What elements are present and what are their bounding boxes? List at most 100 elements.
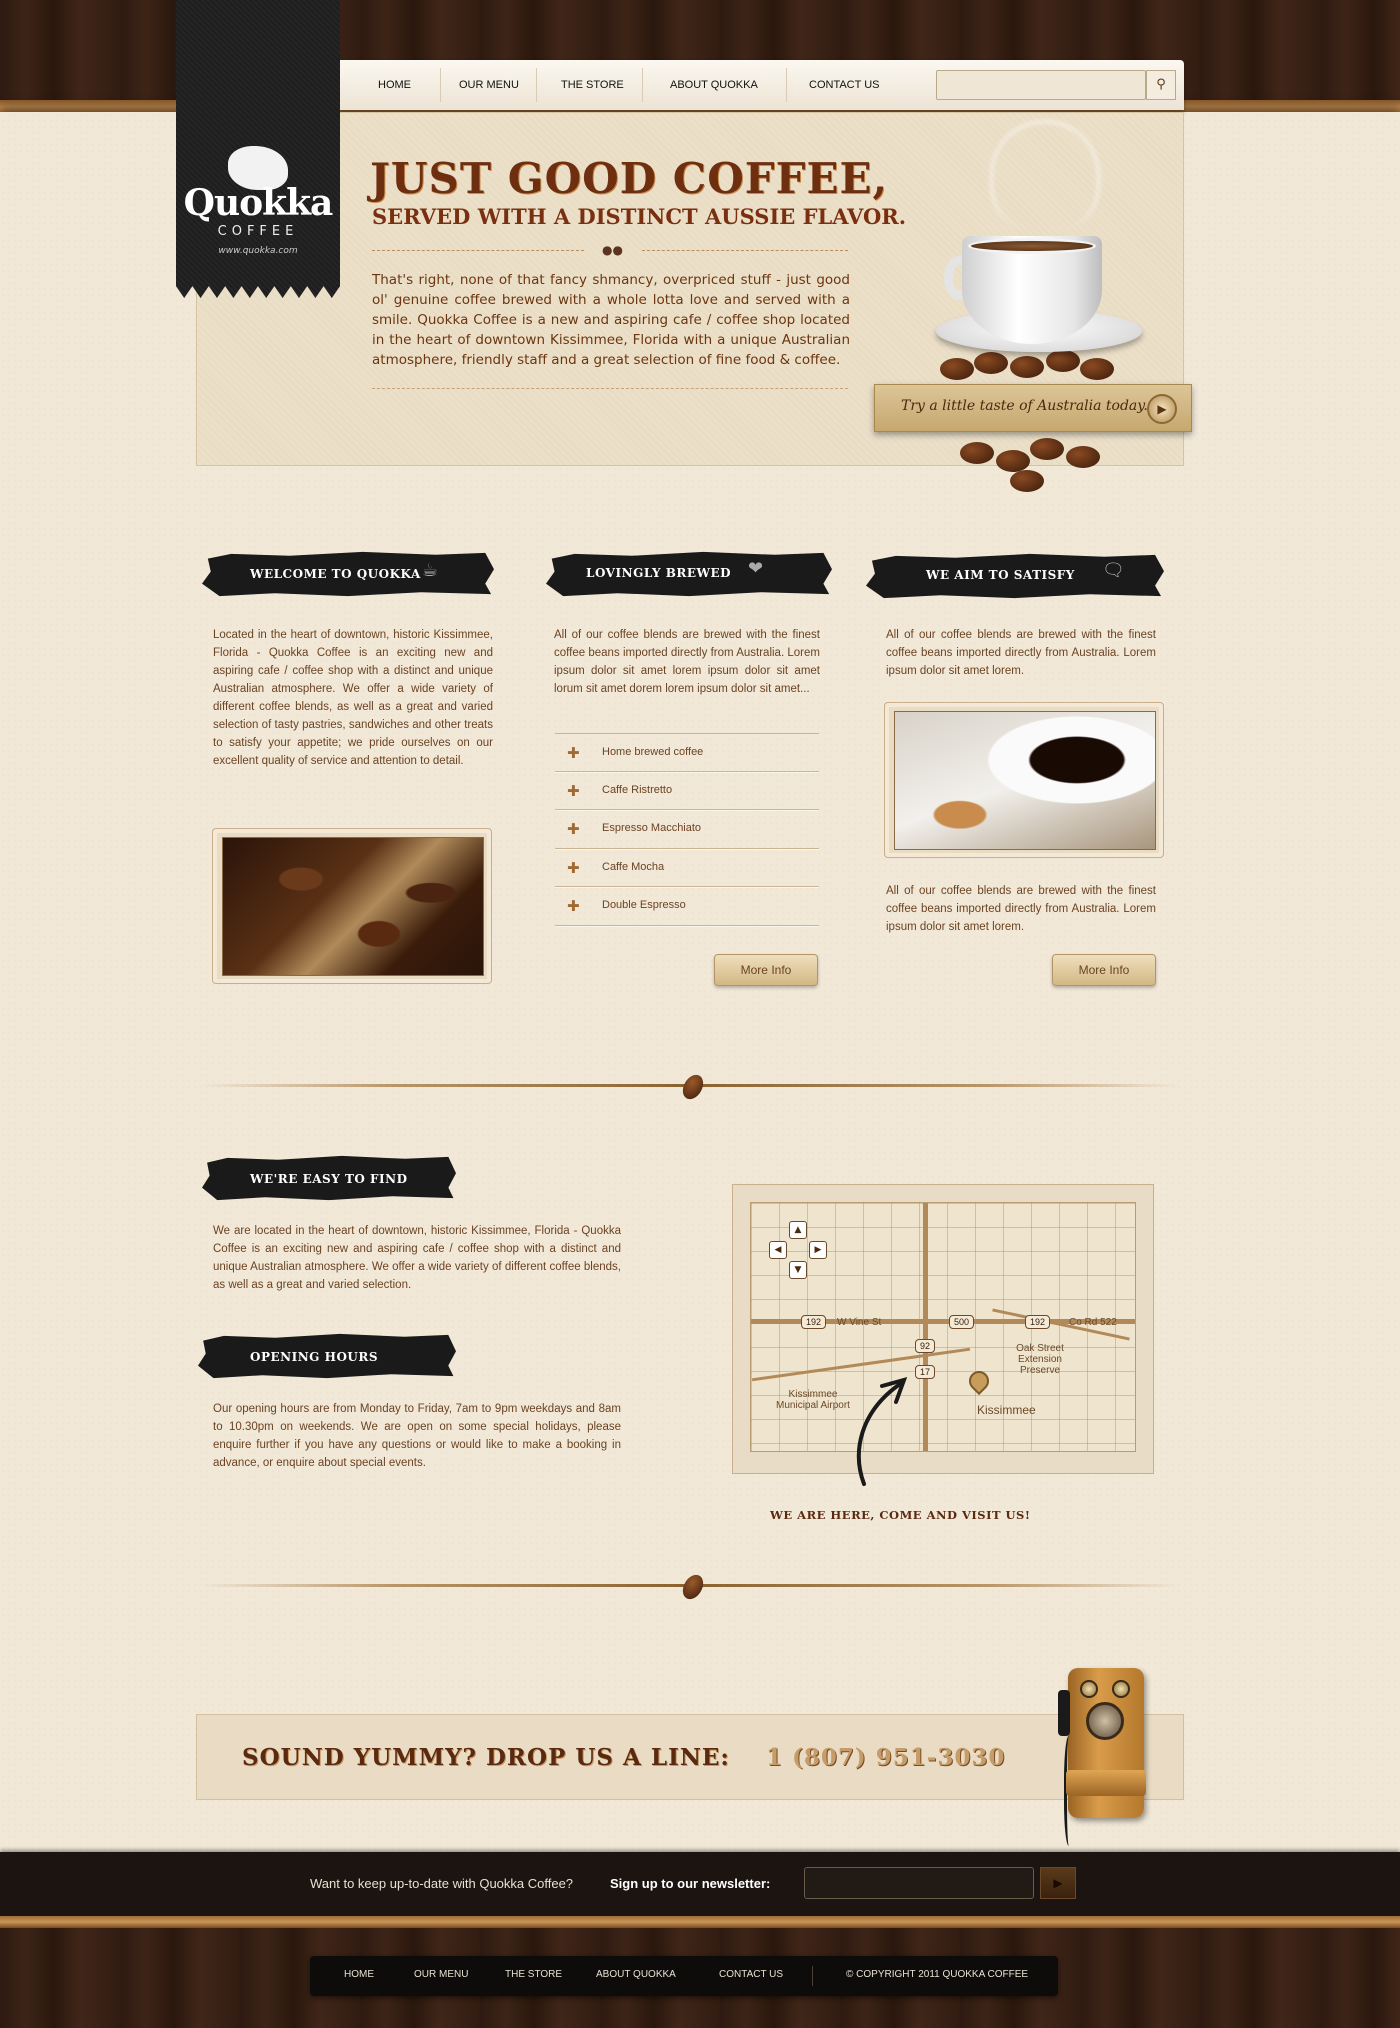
street-label: Co Rd 522 — [1069, 1317, 1117, 1328]
welcome-text: Located in the heart of downtown, histor… — [213, 629, 493, 767]
list-item-label: Espresso Macchiato — [602, 822, 702, 834]
plus-icon: ✚ — [567, 897, 580, 915]
nav-the-store[interactable]: THE STORE — [561, 60, 624, 110]
nav-our-menu[interactable]: OUR MENU — [459, 60, 519, 110]
map-pan-left-icon[interactable]: ◀ — [769, 1241, 787, 1259]
main-nav: HOME OUR MENU THE STORE ABOUT QUOKKA CON… — [340, 60, 1184, 110]
search-icon: ⚲ — [1156, 77, 1166, 92]
map-pan-right-icon[interactable]: ▶ — [809, 1241, 827, 1259]
airport-label: Kissimmee Municipal Airport — [776, 1389, 850, 1411]
welcome-heading: WELCOME TO QUOKKA — [250, 567, 421, 581]
plus-icon: ✚ — [567, 744, 580, 762]
satisfy-heading: WE AIM TO SATISFY — [926, 568, 1075, 582]
map-pan-up-icon[interactable]: ▲ — [789, 1221, 807, 1239]
plus-icon: ✚ — [567, 820, 580, 838]
route-shield: 192 — [1025, 1315, 1051, 1329]
newsletter-email-input[interactable] — [804, 1867, 1034, 1899]
nav-contact-us[interactable]: CONTACT US — [809, 60, 880, 110]
copyright: © COPYRIGHT 2011 QUOKKA COFFEE — [846, 1969, 1029, 1980]
more-info-button[interactable]: More Info — [1052, 954, 1156, 986]
brewed-heading: LOVINGLY BREWED — [586, 566, 732, 580]
nav-divider — [440, 68, 441, 102]
plus-icon: ✚ — [567, 781, 580, 800]
footer-divider — [812, 1966, 813, 1986]
hours-heading: OPENING HOURS — [250, 1350, 378, 1364]
logo-url: www.quokka.com — [218, 246, 298, 256]
city-label: Kissimmee — [977, 1403, 1036, 1417]
list-item[interactable]: ✚ Espresso Macchiato — [555, 810, 819, 849]
list-item[interactable]: ✚ Caffe Mocha — [555, 849, 819, 887]
earpiece-graphic — [1058, 1690, 1070, 1736]
logo-name: Quokka — [183, 182, 334, 224]
nav-home[interactable]: HOME — [378, 60, 411, 110]
arrow-right-icon: ▶ — [1053, 1876, 1063, 1890]
map-pan-down-icon[interactable]: ▼ — [789, 1261, 807, 1279]
hero-title: JUST GOOD COFFEE, — [370, 154, 889, 203]
coffee-cup-photo — [894, 711, 1156, 850]
footer-about-quokka[interactable]: ABOUT QUOKKA — [596, 1969, 676, 1980]
preserve-label: Oak Street Extension Preserve — [1016, 1343, 1064, 1376]
coffee-beans-icon: ●● — [602, 243, 623, 257]
hero-divider — [372, 250, 584, 251]
search-button[interactable]: ⚲ — [1146, 70, 1176, 100]
footer-home[interactable]: HOME — [344, 1969, 374, 1980]
speech-bubble-icon: 🗨 — [1102, 560, 1125, 581]
find-heading: WE'RE EASY TO FIND — [250, 1172, 408, 1186]
newsletter-submit-button[interactable]: ▶ — [1040, 1867, 1076, 1899]
heart-icon: ❤ — [748, 558, 764, 579]
route-shield: 500 — [949, 1315, 975, 1329]
list-item[interactable]: ✚ Caffe Ristretto — [555, 772, 819, 810]
cta-text: SOUND YUMMY? DROP US A LINE: — [242, 1744, 730, 1771]
map-road — [923, 1203, 928, 1451]
route-shield: 192 — [801, 1315, 827, 1329]
hero-divider — [642, 250, 848, 251]
taste-banner[interactable]: Try a little taste of Australia today...… — [874, 384, 1192, 432]
hero-subtitle: SERVED WITH A DISTINCT AUSSIE FLAVOR. — [372, 204, 907, 229]
map-caption: WE ARE HERE, COME AND VISIT US! — [770, 1508, 1031, 1522]
list-item[interactable]: ✚ Double Espresso — [555, 887, 819, 926]
menu-list: ✚ Home brewed coffee ✚ Caffe Ristretto ✚ Es… — [555, 733, 819, 926]
logo-sub: COFFEE — [217, 224, 299, 239]
route-shield: 92 — [915, 1339, 936, 1353]
more-info-button[interactable]: More Info — [714, 954, 818, 986]
list-item[interactable]: ✚ Home brewed coffee — [555, 733, 819, 772]
dial-graphic — [1086, 1702, 1124, 1740]
steam-graphic — [990, 120, 1100, 230]
list-item-label: Caffe Mocha — [602, 860, 665, 873]
footer-the-store[interactable]: THE STORE — [505, 1969, 562, 1980]
hero-divider — [372, 388, 848, 389]
wood-trim-bottom — [0, 1916, 1400, 1928]
coffee-scoop-photo — [222, 837, 484, 976]
street-label: W Vine St — [837, 1317, 882, 1328]
newsletter-label: Sign up to our newsletter: — [610, 1876, 771, 1891]
logo[interactable]: Quokka COFFEE www.quokka.com — [176, 0, 340, 298]
nav-divider — [642, 68, 643, 102]
route-shield: 17 — [915, 1365, 936, 1379]
phone-shelf-graphic — [1066, 1770, 1146, 1796]
brewed-text: All of our coffee blends are brewed with… — [554, 629, 820, 695]
banner-text: Try a little taste of Australia today... — [901, 398, 1157, 414]
nav-divider — [536, 68, 537, 102]
search-input[interactable] — [936, 70, 1146, 100]
list-item-label: Caffe Ristretto — [602, 783, 673, 796]
footer-nav: HOME OUR MENU THE STORE ABOUT QUOKKA CON… — [310, 1956, 1058, 1996]
bell-graphic — [1112, 1680, 1130, 1698]
list-item-label: Home brewed coffee — [602, 746, 704, 758]
hours-text: Our opening hours are from Monday to Fri… — [213, 1403, 621, 1469]
nav-divider — [786, 68, 787, 102]
footer-contact-us[interactable]: CONTACT US — [719, 1969, 783, 1980]
find-text: We are located in the heart of downtown,… — [213, 1225, 621, 1291]
satisfy-text-2: All of our coffee blends are brewed with… — [886, 885, 1156, 933]
plus-icon: ✚ — [567, 858, 580, 877]
location-pin-icon — [964, 1366, 994, 1396]
play-icon[interactable]: ▶ — [1147, 394, 1177, 424]
nav-about-quokka[interactable]: ABOUT QUOKKA — [670, 60, 758, 110]
list-item-label: Double Espresso — [602, 899, 686, 911]
coffee-surface-graphic — [968, 238, 1096, 254]
location-map[interactable]: ▲ ◀ ▶ ▼ 192 W Vine St 500 192 Co Rd 522 … — [750, 1202, 1136, 1452]
satisfy-text-1: All of our coffee blends are brewed with… — [886, 629, 1156, 677]
newsletter-text: Want to keep up-to-date with Quokka Coff… — [310, 1876, 574, 1891]
coffee-cup-icon: ☕ — [422, 560, 439, 581]
cta-phone[interactable]: 1 (807) 951-3030 — [766, 1744, 1005, 1771]
footer-our-menu[interactable]: OUR MENU — [414, 1969, 468, 1980]
